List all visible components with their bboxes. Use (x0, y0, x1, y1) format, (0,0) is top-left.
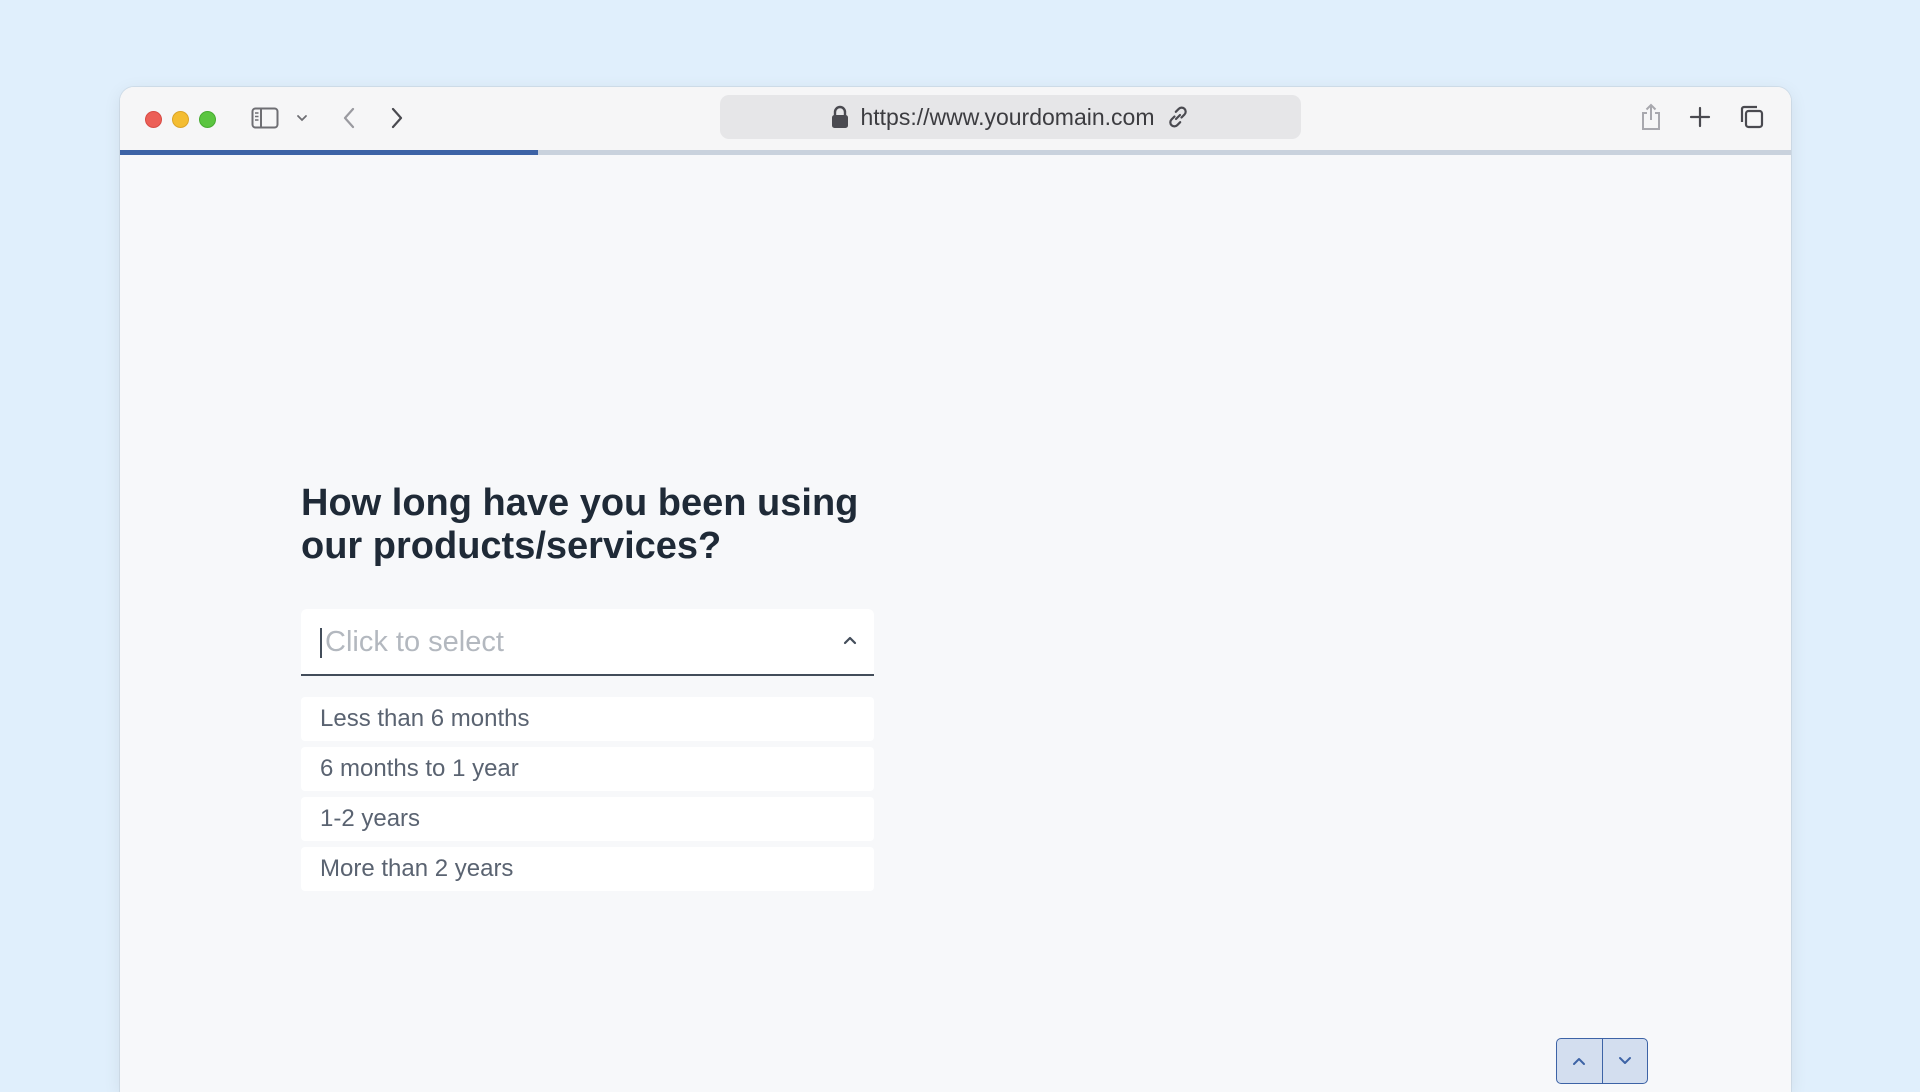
close-window-button[interactable] (145, 111, 162, 128)
url-text: https://www.yourdomain.com (860, 103, 1155, 130)
plus-icon[interactable] (1688, 105, 1712, 129)
text-cursor (320, 628, 322, 658)
dropdown-options-list: Less than 6 months 6 months to 1 year 1-… (301, 697, 874, 897)
link-icon[interactable] (1165, 104, 1191, 130)
question-title: How long have you been using our product… (301, 482, 859, 567)
chevron-left-icon[interactable] (339, 104, 359, 132)
dropdown-select[interactable]: Click to select (301, 609, 874, 676)
minimize-window-button[interactable] (172, 111, 189, 128)
previous-question-button[interactable] (1557, 1039, 1602, 1083)
sidebar-icon[interactable] (251, 105, 279, 131)
chevron-down-icon (1617, 1055, 1633, 1067)
next-question-button[interactable] (1601, 1039, 1648, 1083)
dropdown-option-more-than-2-years[interactable]: More than 2 years (301, 847, 874, 891)
dropdown-option-6-months-to-1-year[interactable]: 6 months to 1 year (301, 747, 874, 791)
chevron-right-icon[interactable] (387, 104, 407, 132)
question-navigation (1556, 1038, 1648, 1084)
dropdown-option-less-than-6-months[interactable]: Less than 6 months (301, 697, 874, 741)
select-placeholder: Click to select (325, 626, 504, 658)
address-bar[interactable]: https://www.yourdomain.com (720, 95, 1301, 139)
share-icon[interactable] (1639, 102, 1663, 132)
chevron-up-icon (1571, 1055, 1587, 1067)
sidebar-menu-chevron-icon[interactable] (295, 111, 309, 125)
dropdown-option-1-2-years[interactable]: 1-2 years (301, 797, 874, 841)
form-content: How long have you been using our product… (120, 155, 1791, 1092)
maximize-window-button[interactable] (199, 111, 216, 128)
tabs-overview-icon[interactable] (1739, 104, 1765, 130)
browser-toolbar: https://www.yourdomain.com (120, 87, 1791, 150)
browser-window: https://www.yourdomain.com How long have… (120, 87, 1791, 1092)
chevron-up-icon[interactable] (842, 632, 858, 653)
lock-icon (830, 105, 850, 129)
